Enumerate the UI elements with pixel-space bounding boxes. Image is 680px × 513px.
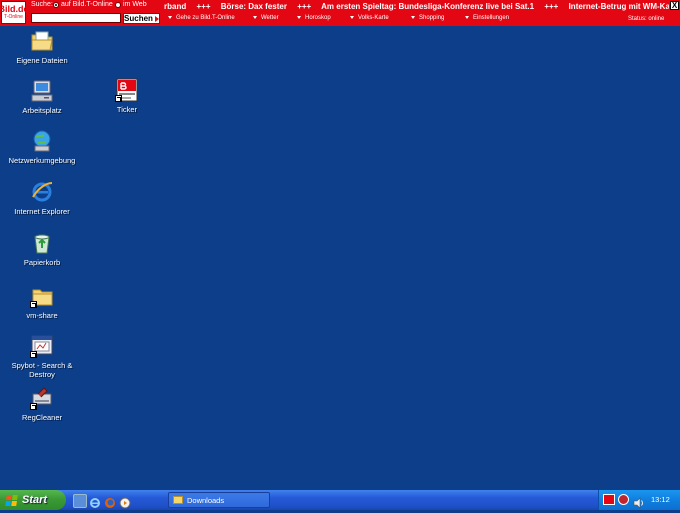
radio-web[interactable] — [115, 2, 121, 8]
logo-text: Bild.de — [0, 4, 29, 14]
ticker-item[interactable]: Am ersten Spieltag: Bundesliga-Konferenz… — [321, 2, 534, 11]
radio-bild-label[interactable]: auf Bild.T-Online — [61, 1, 113, 8]
search-button[interactable]: Suchen — [123, 13, 160, 24]
close-icon: X — [671, 1, 678, 10]
folder-shortcut-icon — [30, 284, 54, 308]
folder-icon — [173, 496, 183, 504]
desktop-icon-my-computer[interactable]: Arbeitsplatz — [6, 79, 78, 115]
shortcut-arrow-icon — [30, 351, 37, 358]
desktop-icon-vm-share[interactable]: vm-share — [6, 284, 78, 320]
desktop-icon-label: vm-share — [26, 311, 58, 320]
ticker-separator: +++ — [544, 2, 559, 11]
my-documents-icon — [30, 29, 54, 53]
ticker-item[interactable]: rband — [164, 2, 186, 11]
recycle-bin-icon — [30, 231, 54, 255]
show-desktop-icon[interactable] — [73, 494, 87, 508]
desktop-icon-label: Ticker — [116, 105, 138, 114]
desktop-icon-label: Eigene Dateien — [16, 56, 68, 65]
desktop-icon-regcleaner[interactable]: RegCleaner — [6, 386, 78, 422]
desktop-icon-internet-explorer[interactable]: Internet Explorer — [6, 180, 78, 216]
shortcut-arrow-icon — [30, 301, 37, 308]
security-shield-icon[interactable] — [618, 494, 629, 505]
radio-bild[interactable] — [53, 2, 59, 8]
nav-einstellungen[interactable]: Einstellungen — [465, 15, 509, 21]
desktop-icon-label: Papierkorb — [23, 258, 61, 267]
shortcut-arrow-icon — [30, 403, 37, 410]
desktop-icon-spybot[interactable]: Spybot - Search & Destroy — [6, 334, 78, 379]
desktop-icon-recycle-bin[interactable]: Papierkorb — [6, 231, 78, 267]
volume-icon[interactable] — [633, 494, 645, 513]
desktop-icon-ticker[interactable]: Ticker — [91, 78, 163, 114]
search-button-label: Suchen — [124, 14, 153, 23]
internet-explorer-icon — [30, 180, 54, 204]
shortcut-arrow-icon — [115, 95, 122, 102]
nav-volks-karte[interactable]: Volks-Karte — [350, 15, 389, 21]
toolbar-close-button[interactable]: X — [670, 1, 679, 10]
my-computer-icon — [30, 79, 54, 103]
internet-explorer-icon[interactable] — [89, 494, 101, 508]
bild-tray-icon[interactable] — [603, 494, 615, 505]
clock[interactable]: 13:12 — [651, 495, 670, 504]
taskbar: Start Downloads 13:12 — [0, 490, 680, 510]
status-text: Status: online — [628, 16, 665, 22]
search-label: Suche: — [31, 1, 53, 8]
start-label: Start — [22, 494, 48, 506]
start-button[interactable]: Start — [0, 490, 66, 510]
firefox-icon[interactable] — [104, 494, 116, 508]
logo-subtext: T-Online — [4, 14, 23, 20]
desktop-icon-label: Netzwerkumgebung — [8, 156, 76, 165]
taskbar-window-label: Downloads — [187, 495, 225, 505]
network-icon — [30, 129, 54, 153]
regcleaner-icon — [30, 386, 54, 410]
ticker-item[interactable]: Börse: Dax fester — [221, 2, 287, 11]
bild-ticker-icon — [115, 78, 139, 102]
windows-logo-icon — [5, 494, 18, 506]
media-player-icon[interactable] — [119, 494, 131, 509]
search-input[interactable] — [31, 13, 121, 23]
system-tray: 13:12 — [598, 490, 680, 510]
desktop-icon-my-documents[interactable]: Eigene Dateien — [6, 29, 78, 65]
nav-wetter[interactable]: Wetter — [253, 15, 279, 21]
nav-shopping[interactable]: Shopping — [411, 15, 444, 21]
ticker-separator: +++ — [297, 2, 312, 11]
arrow-right-icon — [154, 15, 159, 22]
bild-logo[interactable]: Bild.de T-Online — [0, 1, 29, 24]
desktop-icon-label: RegCleaner — [21, 413, 63, 422]
radio-web-label[interactable]: im Web — [123, 1, 147, 8]
desktop-icon-label: Spybot - Search & Destroy — [11, 361, 73, 379]
bild-ticker-toolbar: Bild.de T-Online Suche: auf Bild.T-Onlin… — [0, 0, 680, 26]
desktop-icon-label: Internet Explorer — [14, 207, 70, 216]
ticker-item[interactable]: Internet-Betrug mit WM-Karten: Festa — [569, 2, 669, 11]
taskbar-window-downloads[interactable]: Downloads — [168, 492, 270, 508]
desktop-icon-network[interactable]: Netzwerkumgebung — [6, 129, 78, 165]
ticker-separator: +++ — [196, 2, 211, 11]
desktop-icon-label: Arbeitsplatz — [22, 106, 62, 115]
news-ticker[interactable]: rband +++ Börse: Dax fester +++ Am erste… — [164, 1, 669, 13]
spybot-icon — [30, 334, 54, 358]
nav-goto-bild[interactable]: Gehe zu Bild.T-Online — [168, 15, 235, 21]
nav-horoskop[interactable]: Horoskop — [297, 15, 331, 21]
